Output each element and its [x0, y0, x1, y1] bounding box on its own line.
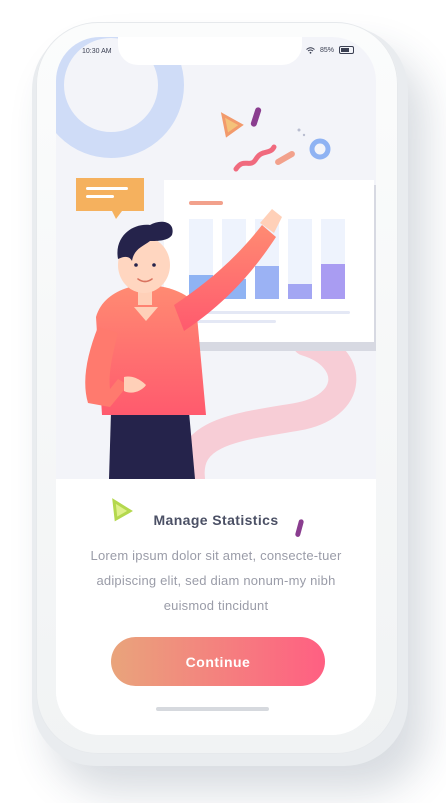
status-indicators: 85% — [306, 46, 354, 54]
home-indicator — [156, 707, 269, 711]
onboarding-content: Manage Statistics Lorem ipsum dolor sit … — [56, 479, 376, 735]
continue-button[interactable]: Continue — [111, 637, 325, 686]
phone-notch — [118, 37, 302, 65]
illustration-art — [56, 37, 376, 479]
battery-percent: 85% — [319, 46, 334, 54]
battery-icon — [339, 46, 354, 54]
wifi-icon — [306, 46, 315, 54]
phone-screen: 10:30 AM 85% Manage Statistics Lorem ips… — [56, 37, 376, 735]
decor-squiggle — [233, 144, 277, 172]
decor-stick — [250, 107, 262, 127]
person-pants — [109, 412, 195, 479]
speech-bubble — [76, 178, 144, 219]
chart-bar — [321, 264, 345, 299]
decor-ribbon — [176, 328, 357, 479]
page-description: Lorem ipsum dolor sit amet, consecte-tue… — [90, 548, 342, 613]
page-title: Manage Statistics — [153, 512, 279, 528]
onboarding-illustration: 10:30 AM 85% — [56, 37, 376, 479]
chart-bar — [255, 266, 279, 299]
chart-bar — [288, 284, 312, 299]
decor-circle — [309, 138, 331, 160]
status-time: 10:30 AM — [82, 48, 112, 55]
decor-triangle — [220, 112, 244, 138]
decor-dash — [275, 151, 295, 165]
